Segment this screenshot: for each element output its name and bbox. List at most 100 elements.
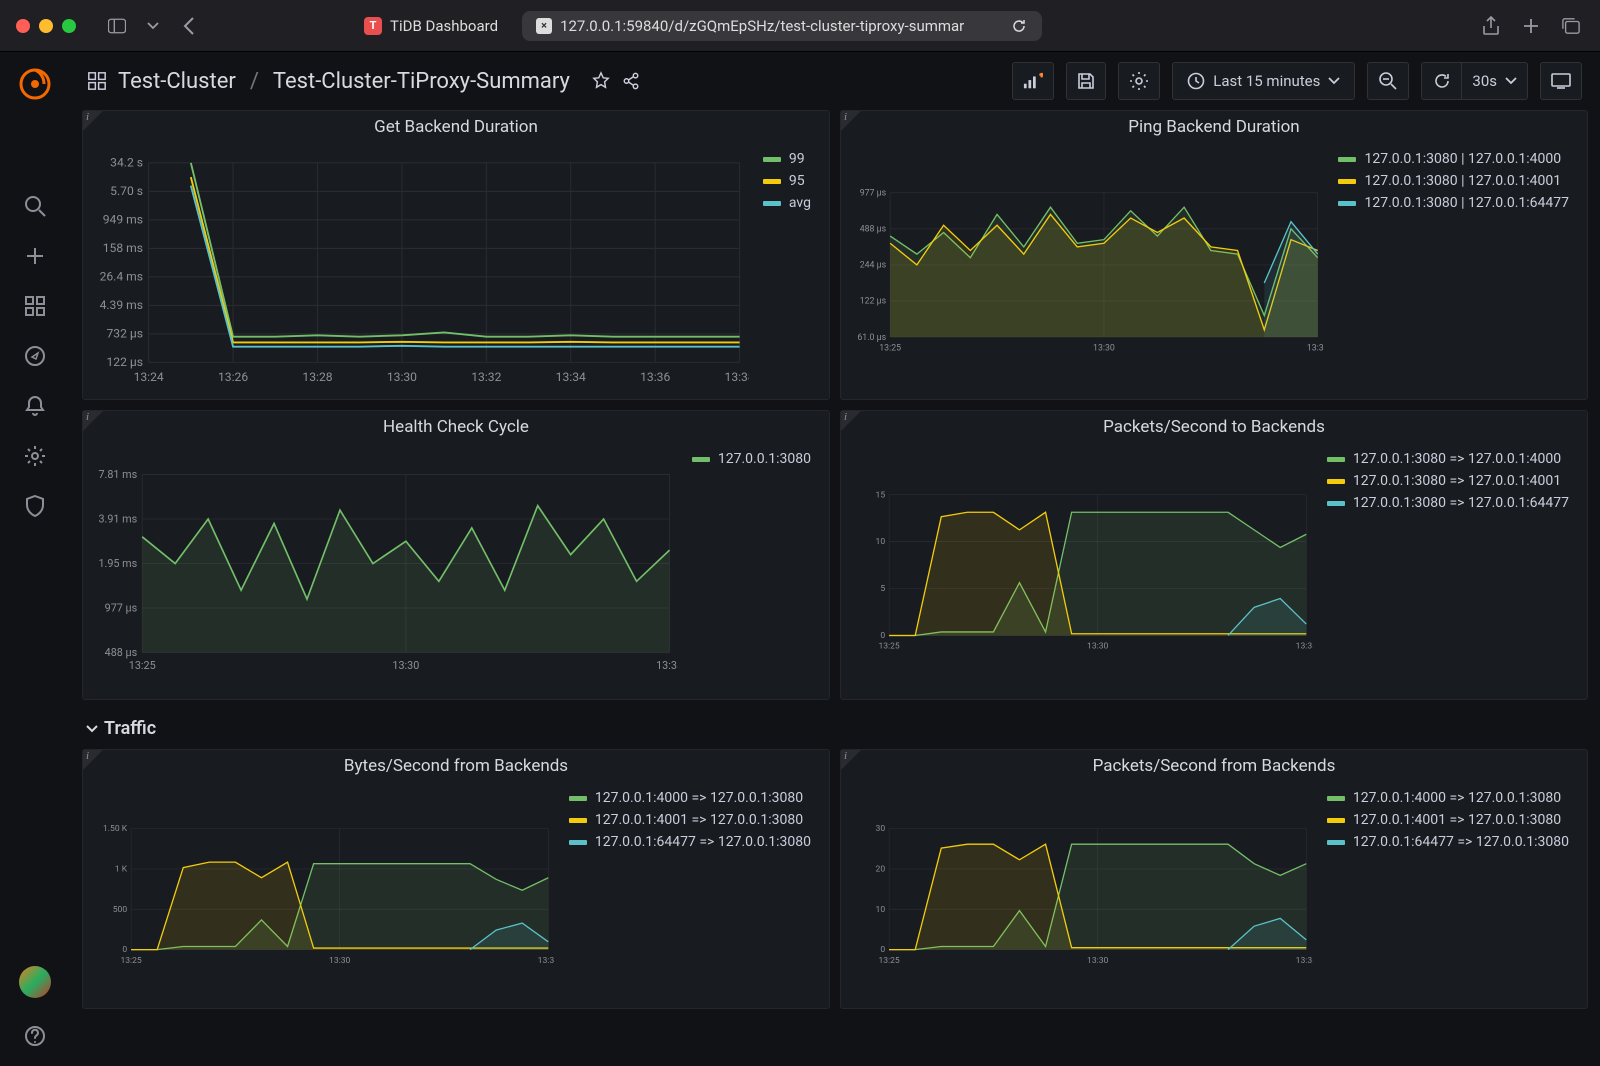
- alerting-icon[interactable]: [23, 394, 47, 418]
- legend-item[interactable]: 127.0.0.1:4000 => 127.0.0.1:3080: [1327, 790, 1569, 806]
- row-header-traffic[interactable]: Traffic: [82, 710, 1588, 749]
- close-window[interactable]: [16, 19, 30, 33]
- panel-ping-backend-duration[interactable]: Ping Backend Duration 61.0 µs122 µs244 µ…: [840, 110, 1588, 400]
- legend-label: 127.0.0.1:3080 | 127.0.0.1:64477: [1364, 195, 1569, 211]
- create-icon[interactable]: [23, 244, 47, 268]
- chevron-down-icon: [86, 718, 98, 739]
- reload-icon[interactable]: [1010, 17, 1028, 35]
- legend-label: 127.0.0.1:3080 => 127.0.0.1:64477: [1353, 495, 1569, 511]
- legend-item[interactable]: 127.0.0.1:4001 => 127.0.0.1:3080: [569, 812, 811, 828]
- svg-text:15: 15: [876, 490, 886, 500]
- legend-item[interactable]: 127.0.0.1:3080 | 127.0.0.1:64477: [1338, 195, 1569, 211]
- browser-actions: [1482, 17, 1580, 35]
- panel-info-icon[interactable]: [83, 111, 103, 131]
- svg-text:5.70 s: 5.70 s: [110, 184, 143, 198]
- legend-item[interactable]: 127.0.0.1:3080 | 127.0.0.1:4000: [1338, 151, 1569, 167]
- minimize-window[interactable]: [39, 19, 53, 33]
- sidebar-icon[interactable]: [108, 17, 126, 35]
- svg-text:13:26: 13:26: [218, 370, 248, 384]
- panel-packets-from-backends[interactable]: Packets/Second from Backends 010203013:2…: [840, 749, 1588, 1009]
- legend-item[interactable]: 99: [763, 151, 811, 167]
- apps-icon[interactable]: [88, 72, 106, 90]
- dashboards-icon[interactable]: [23, 294, 47, 318]
- svg-text:500: 500: [113, 905, 128, 915]
- help-icon[interactable]: [23, 1024, 47, 1048]
- config-icon[interactable]: [23, 444, 47, 468]
- panel-title: Bytes/Second from Backends: [83, 750, 829, 778]
- svg-text:13:38: 13:38: [725, 370, 749, 384]
- legend-item[interactable]: 127.0.0.1:3080 => 127.0.0.1:4000: [1327, 451, 1569, 467]
- legend-item[interactable]: 127.0.0.1:4001 => 127.0.0.1:3080: [1327, 812, 1569, 828]
- legend-label: 127.0.0.1:3080 => 127.0.0.1:4001: [1353, 473, 1561, 489]
- legend-item[interactable]: avg: [763, 195, 811, 211]
- panel-info-icon[interactable]: [841, 411, 861, 431]
- legend-label: 127.0.0.1:4001 => 127.0.0.1:3080: [1353, 812, 1561, 828]
- refresh-button[interactable]: [1421, 62, 1461, 100]
- save-button[interactable]: [1066, 62, 1106, 100]
- legend-item[interactable]: 127.0.0.1:3080 => 127.0.0.1:4001: [1327, 473, 1569, 489]
- svg-text:13:30: 13:30: [392, 659, 419, 672]
- panel-info-icon[interactable]: [841, 750, 861, 770]
- panel-info-icon[interactable]: [841, 111, 861, 131]
- browser-tab-2[interactable]: × 127.0.0.1:59840/d/zGQmEpSHz/test-clust…: [522, 11, 1042, 41]
- svg-text:13:30: 13:30: [329, 956, 350, 966]
- panel-health-check-cycle[interactable]: Health Check Cycle 488 µs977 µs1.95 ms3.…: [82, 410, 830, 700]
- legend-item[interactable]: 127.0.0.1:4000 => 127.0.0.1:3080: [569, 790, 811, 806]
- chevron-down-icon[interactable]: [144, 17, 162, 35]
- tidb-favicon: T: [364, 17, 382, 35]
- breadcrumb-root[interactable]: Test-Cluster: [118, 69, 236, 94]
- dashboard-toolbar: Test-Cluster / Test-Cluster-TiProxy-Summ…: [70, 52, 1600, 110]
- svg-text:13:25: 13:25: [129, 659, 156, 672]
- svg-text:3.91 ms: 3.91 ms: [98, 512, 137, 525]
- legend-item[interactable]: 127.0.0.1:3080 => 127.0.0.1:64477: [1327, 495, 1569, 511]
- legend-label: 127.0.0.1:64477 => 127.0.0.1:3080: [595, 834, 811, 850]
- breadcrumb-current[interactable]: Test-Cluster-TiProxy-Summary: [273, 69, 570, 94]
- legend-item[interactable]: 127.0.0.1:64477 => 127.0.0.1:3080: [1327, 834, 1569, 850]
- svg-text:0: 0: [880, 631, 885, 641]
- grafana-logo[interactable]: [17, 66, 53, 102]
- window-controls: [16, 19, 76, 33]
- panel-info-icon[interactable]: [83, 750, 103, 770]
- new-tab-icon[interactable]: [1522, 17, 1540, 35]
- user-avatar[interactable]: [19, 966, 51, 998]
- add-panel-button[interactable]: [1012, 62, 1054, 100]
- share-dashboard-icon[interactable]: [622, 72, 640, 90]
- svg-text:13:24: 13:24: [134, 370, 164, 384]
- settings-button[interactable]: [1118, 62, 1160, 100]
- maximize-window[interactable]: [62, 19, 76, 33]
- browser-tab-1[interactable]: T TiDB Dashboard: [350, 11, 512, 41]
- panel-info-icon[interactable]: [83, 411, 103, 431]
- panel-title: Health Check Cycle: [83, 411, 829, 439]
- svg-text:13:30: 13:30: [387, 370, 417, 384]
- chevron-down-icon: [1505, 77, 1517, 85]
- search-icon[interactable]: [23, 194, 47, 218]
- tab-overview-icon[interactable]: [1562, 17, 1580, 35]
- time-range-picker[interactable]: Last 15 minutes: [1172, 62, 1355, 100]
- cycle-view-button[interactable]: [1540, 62, 1582, 100]
- svg-text:13:34: 13:34: [556, 370, 586, 384]
- svg-text:13:35: 13:35: [1307, 344, 1325, 354]
- legend-label: 99: [789, 151, 805, 167]
- legend-item[interactable]: 127.0.0.1:64477 => 127.0.0.1:3080: [569, 834, 811, 850]
- browser-nav: [108, 17, 234, 35]
- back-icon[interactable]: [180, 17, 198, 35]
- panel-get-backend-duration[interactable]: Get Backend Duration 122 µs732 µs4.39 ms…: [82, 110, 830, 400]
- page-favicon: ×: [536, 18, 552, 34]
- browser-tabs: T TiDB Dashboard × 127.0.0.1:59840/d/zGQ…: [350, 11, 1466, 41]
- refresh-interval-picker[interactable]: 30s: [1461, 62, 1528, 100]
- legend-label: 95: [789, 173, 805, 189]
- share-icon[interactable]: [1482, 17, 1500, 35]
- svg-text:13:32: 13:32: [471, 370, 501, 384]
- admin-icon[interactable]: [23, 494, 47, 518]
- legend-item[interactable]: 127.0.0.1:3080 | 127.0.0.1:4001: [1338, 173, 1569, 189]
- star-icon[interactable]: [592, 72, 610, 90]
- app-sidebar: [0, 52, 70, 1066]
- legend-item[interactable]: 95: [763, 173, 811, 189]
- svg-text:30: 30: [876, 824, 886, 834]
- panel-packets-to-backends[interactable]: Packets/Second to Backends 05101513:2513…: [840, 410, 1588, 700]
- panel-title: Get Backend Duration: [83, 111, 829, 139]
- legend-item[interactable]: 127.0.0.1:3080: [692, 451, 811, 467]
- explore-icon[interactable]: [23, 344, 47, 368]
- panel-bytes-from-backends[interactable]: Bytes/Second from Backends 05001 K1.50 K…: [82, 749, 830, 1009]
- zoom-out-button[interactable]: [1367, 62, 1409, 100]
